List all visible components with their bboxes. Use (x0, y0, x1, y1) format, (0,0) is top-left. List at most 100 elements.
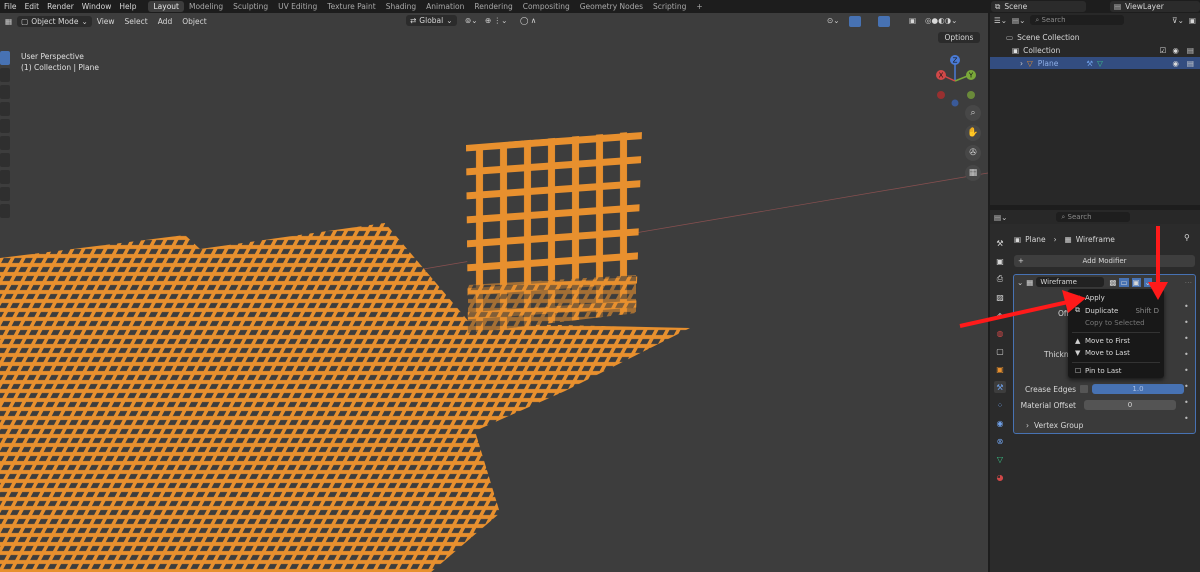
orientation-selector[interactable]: ⇄ Global ⌄ (406, 15, 457, 26)
pin-icon[interactable]: ⚲ (1184, 233, 1190, 242)
modifier-tab-icon[interactable]: ⚒ (994, 381, 1006, 393)
rotate-tool[interactable] (0, 102, 10, 116)
perspective-toggle-icon[interactable]: ▦ (965, 165, 981, 181)
menu-object[interactable]: Object (177, 17, 211, 26)
tab-animation[interactable]: Animation (421, 1, 469, 12)
viewport-toggle-icon[interactable]: ▭ (1119, 277, 1129, 287)
xray-icon[interactable]: ▣ (904, 16, 921, 25)
menu-window[interactable]: Window (78, 2, 116, 11)
show-gizmo-icon[interactable] (849, 16, 861, 27)
crease-edges-field[interactable]: 1.0 (1092, 384, 1184, 394)
scale-tool[interactable] (0, 119, 10, 133)
editor-type-icon[interactable]: ☰⌄ (994, 16, 1007, 25)
material-tab-icon[interactable]: ◕ (994, 471, 1006, 483)
annotate-tool[interactable] (0, 153, 10, 167)
proportional-edit-icon[interactable]: ◯ ∧ (515, 16, 541, 25)
menu-render[interactable]: Render (43, 2, 78, 11)
object-tab-icon[interactable]: ▣ (994, 363, 1006, 375)
tab-geometry-nodes[interactable]: Geometry Nodes (575, 1, 648, 12)
tab-scripting[interactable]: Scripting (648, 1, 691, 12)
gizmo-z-label: Z (953, 57, 958, 65)
options-button[interactable]: Options (938, 32, 980, 43)
zoom-icon[interactable]: ⌕ (965, 105, 981, 121)
drag-handle-icon[interactable]: ⋯ (1185, 278, 1193, 287)
display-mode-icon[interactable]: ▤⌄ (1012, 16, 1025, 25)
properties-search-input[interactable]: ⌕ Search (1056, 212, 1131, 222)
filter-icon[interactable]: ⊽⌄ (1172, 16, 1184, 25)
menu-select[interactable]: Select (120, 17, 153, 26)
camera-view-icon[interactable]: ✇ (965, 145, 981, 161)
menu-file[interactable]: File (0, 2, 21, 11)
data-tab-icon[interactable]: ▽ (994, 453, 1006, 465)
menu-help[interactable]: Help (115, 2, 140, 11)
exclude-checkbox-icon[interactable]: ☑ (1160, 46, 1167, 55)
tab-compositing[interactable]: Compositing (518, 1, 575, 12)
vertex-group-subpanel[interactable]: › Vertex Group (1026, 419, 1083, 431)
plane-object-row[interactable]: › ▽ Plane ⚒ ▽ ◉ ▤ (990, 57, 1200, 69)
editor-type-icon[interactable]: ▤⌄ (994, 213, 1007, 222)
crease-edges-checkbox[interactable] (1080, 385, 1088, 393)
duplicate-menu-item[interactable]: ⧉ Duplicate Shift D (1068, 305, 1164, 318)
view-layer-selector[interactable]: ▤ ViewLayer (1110, 1, 1200, 12)
add-modifier-button[interactable]: + Add Modifier (1014, 255, 1195, 267)
cursor-tool[interactable] (0, 68, 10, 82)
scene-collection-row[interactable]: ▭ Scene Collection (990, 31, 1200, 43)
menu-view[interactable]: View (92, 17, 120, 26)
show-overlays-icon[interactable] (878, 16, 890, 27)
view-layer-tab-icon[interactable]: ▨ (994, 291, 1006, 303)
edit-mode-toggle-icon[interactable]: ▩ (1109, 278, 1116, 287)
render-camera-icon[interactable]: ▤ (1187, 59, 1194, 68)
pan-hand-icon[interactable]: ✋ (965, 125, 981, 141)
material-offset-field[interactable]: 0 (1084, 400, 1176, 410)
add-object-tool[interactable] (0, 204, 10, 218)
add-cube-tool[interactable] (0, 187, 10, 201)
visibility-eye-icon[interactable]: ◉ (1172, 46, 1179, 55)
world-tab-icon[interactable]: ◍ (994, 327, 1006, 339)
render-toggle-icon[interactable]: ▣ (1131, 277, 1141, 287)
constraints-tab-icon[interactable]: ⊗ (994, 435, 1006, 447)
scene-tab-icon[interactable]: ◈ (994, 309, 1006, 321)
shading-modes-icon[interactable]: ◎●◐◑⌄ (920, 16, 962, 25)
tool-tab-icon[interactable]: ⚒ (994, 237, 1006, 249)
move-tool[interactable] (0, 85, 10, 99)
view-object-types-icon[interactable]: ⊙⌄ (822, 16, 845, 25)
move-to-first-menu-item[interactable]: ▲ Move to First (1068, 335, 1164, 348)
tab-texture-paint[interactable]: Texture Paint (322, 1, 380, 12)
particles-tab-icon[interactable]: ⁘ (994, 399, 1006, 411)
pin-to-last-menu-item[interactable]: ☐ Pin to Last (1068, 365, 1164, 378)
tab-uv-editing[interactable]: UV Editing (273, 1, 322, 12)
tab-sculpting[interactable]: Sculpting (228, 1, 273, 12)
tab-shading[interactable]: Shading (381, 1, 421, 12)
move-to-last-menu-item[interactable]: ▼ Move to Last (1068, 347, 1164, 360)
mode-selector[interactable]: ▢ Object Mode ⌄ (17, 15, 92, 27)
3d-viewport[interactable]: ▦ ▢ Object Mode ⌄ View Select Add Object ⇄… (0, 13, 988, 572)
collapse-chevron-icon[interactable]: ⌄ (1017, 278, 1023, 287)
outliner-search-input[interactable]: ⌕ Search (1030, 15, 1125, 25)
scene-selector[interactable]: ⧉ Scene (991, 1, 1086, 12)
output-tab-icon[interactable]: ⎙ (994, 273, 1006, 285)
transform-tool[interactable] (0, 136, 10, 150)
measure-tool[interactable] (0, 170, 10, 184)
modifier-name-input[interactable]: Wireframe (1036, 277, 1105, 287)
collection-row[interactable]: ▣ Collection ☑ ◉ ▤ (990, 44, 1200, 56)
new-collection-icon[interactable]: ▣ (1189, 16, 1196, 25)
tab-modeling[interactable]: Modeling (184, 1, 228, 12)
menu-add[interactable]: Add (153, 17, 178, 26)
add-workspace-button[interactable]: + (691, 1, 707, 12)
tab-rendering[interactable]: Rendering (469, 1, 517, 12)
chevron-right-icon[interactable]: › (1020, 59, 1023, 68)
snap-icon[interactable]: ⊕ ⋮⌄ (480, 16, 512, 25)
modifier-menu-dropdown-icon[interactable]: ⌄ (1143, 277, 1152, 287)
render-tab-icon[interactable]: ▣ (994, 255, 1006, 267)
menu-edit[interactable]: Edit (21, 2, 44, 11)
visibility-eye-icon[interactable]: ◉ (1172, 59, 1179, 68)
render-camera-icon[interactable]: ▤ (1187, 46, 1194, 55)
apply-menu-item[interactable]: ✓ Apply (1068, 292, 1164, 305)
close-icon[interactable]: ✕ (1155, 278, 1161, 287)
tab-layout[interactable]: Layout (148, 1, 184, 12)
physics-tab-icon[interactable]: ◉ (994, 417, 1006, 429)
navigation-gizmo[interactable]: Z Y X (930, 53, 982, 109)
collection-tab-icon[interactable]: ▢ (994, 345, 1006, 357)
select-box-tool[interactable] (0, 51, 10, 65)
editor-type-icon[interactable]: ▦ (0, 17, 17, 26)
